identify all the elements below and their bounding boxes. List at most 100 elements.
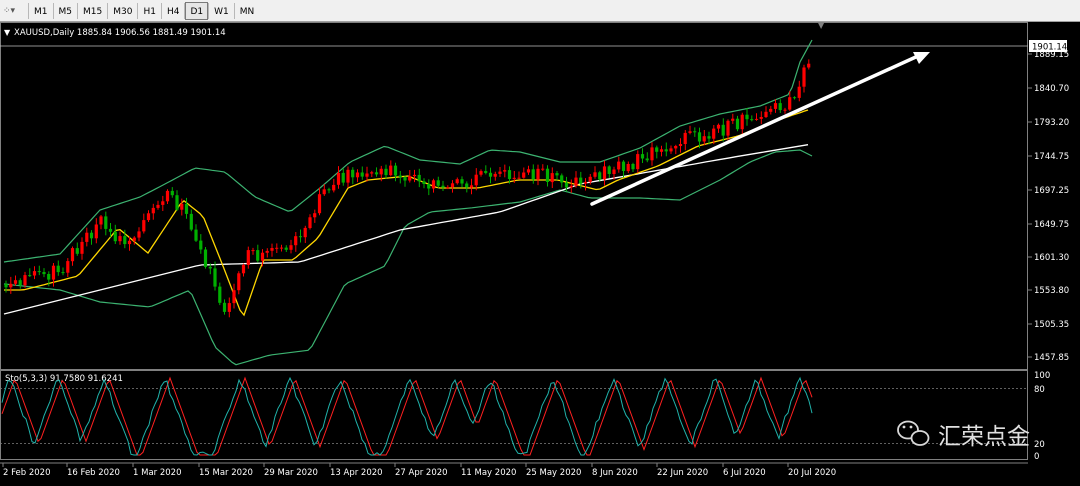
candle-body (759, 117, 763, 119)
candle-body (294, 236, 298, 246)
candle-body (146, 213, 151, 221)
candle-body (104, 216, 108, 229)
candle-body (427, 184, 431, 189)
candle-body (598, 172, 602, 180)
candle-body (189, 213, 193, 230)
date-tick-label: 11 May 2020 (461, 468, 516, 478)
candle-body (265, 250, 269, 253)
candle-body (579, 177, 583, 184)
timeframe-m30-button[interactable]: M30 (108, 2, 137, 20)
candle-body (465, 183, 469, 188)
candle-body (374, 172, 379, 175)
timeframe-w1-button[interactable]: W1 (209, 2, 234, 20)
candle-body (47, 274, 51, 280)
candle-body (417, 174, 421, 182)
candle-body (313, 213, 317, 218)
candle-body (298, 236, 303, 238)
toolbar-grip-icon[interactable]: ⁘▾ (3, 5, 21, 17)
timeframe-d1-button[interactable]: D1 (185, 2, 209, 20)
candle-body (783, 109, 787, 111)
candle-body (194, 229, 198, 241)
candle-body (412, 174, 417, 177)
timeframe-m15-button[interactable]: M15 (78, 2, 107, 20)
candle-body (716, 124, 721, 129)
candle-body (393, 165, 398, 176)
date-tick-label: 13 Apr 2020 (330, 468, 383, 478)
candle-body (398, 175, 402, 178)
candle-body (51, 265, 56, 280)
candle-body (80, 241, 84, 254)
candle-body (56, 265, 60, 273)
candle-body (208, 266, 212, 269)
candle-body (474, 174, 478, 186)
candle-body (365, 173, 369, 177)
date-tick-label: 22 Jun 2020 (657, 468, 708, 478)
candle-body (4, 284, 8, 288)
candle-body (602, 166, 607, 180)
candle-body (251, 250, 255, 252)
candle-body (28, 275, 32, 277)
candle-body (754, 118, 759, 120)
candle-body (113, 231, 117, 242)
stochastic-lines (1, 376, 813, 456)
candle-body (355, 172, 360, 178)
candle-body (607, 166, 611, 174)
candle-body (626, 164, 630, 172)
candle-body (384, 168, 388, 176)
candle-body (446, 187, 450, 189)
candle-body (659, 149, 664, 152)
candle-body (750, 119, 754, 121)
timeframe-h1-button[interactable]: H1 (138, 2, 161, 20)
candle-body (650, 147, 654, 161)
timeframe-mn-button[interactable]: MN (235, 2, 260, 20)
candle-body (241, 265, 246, 274)
candle-body (664, 149, 668, 152)
candle-body (23, 275, 27, 286)
candle-body (289, 245, 293, 250)
symbol-dropdown-icon[interactable]: ▼ (4, 28, 11, 37)
candle-body (669, 148, 673, 152)
date-tick-label: 1 Mar 2020 (133, 468, 181, 478)
candle-body (341, 172, 345, 183)
candle-body (621, 161, 626, 171)
candle-body (360, 172, 364, 177)
current-price-label: 1901.14 (1032, 43, 1067, 53)
candle-body (260, 252, 265, 261)
oscillator-tick-label: 0 (1034, 452, 1039, 462)
candle-body (422, 181, 426, 184)
candle-body (308, 217, 312, 228)
candle-body (370, 172, 374, 174)
candle-body (569, 185, 573, 188)
trend-arrow-line[interactable] (590, 54, 920, 206)
candle-body (246, 250, 250, 265)
candle-body (161, 201, 165, 205)
candle-body (170, 190, 174, 196)
timeframe-m1-button[interactable]: M1 (29, 2, 53, 20)
symbol-header: XAUUSD,Daily 1885.84 1906.56 1881.49 190… (14, 28, 226, 38)
date-tick-label: 25 May 2020 (526, 468, 581, 478)
candle-body (674, 146, 678, 149)
candle-body (218, 286, 222, 303)
oscillator-tick-label: 20 (1034, 440, 1045, 450)
chart-window[interactable]: ▼ XAUUSD,Daily 1885.84 1906.56 1881.49 1… (0, 21, 1080, 482)
candle-body (403, 177, 407, 181)
candle-body (222, 302, 227, 312)
timeframe-h4-button[interactable]: H4 (162, 2, 185, 20)
candle-body (550, 173, 554, 183)
price-tick-label: 1649.75 (1034, 220, 1069, 230)
candle-body (640, 154, 645, 159)
chart-shift-marker-icon[interactable]: ▼ (818, 21, 825, 30)
timeframe-m5-button[interactable]: M5 (54, 2, 78, 20)
price-tick-label: 1553.80 (1034, 286, 1069, 296)
candle-body (203, 249, 208, 267)
wechat-logo-icon (897, 420, 930, 446)
candle-body (773, 103, 778, 109)
price-chart[interactable]: ▼ XAUUSD,Daily 1885.84 1906.56 1881.49 1… (0, 21, 1080, 482)
candle-body (408, 176, 412, 181)
candle-body (555, 173, 559, 176)
candle-body (165, 190, 170, 202)
stoch-signal-line (1, 376, 813, 456)
price-tick-label: 1457.85 (1034, 353, 1069, 363)
price-tick-label: 1601.30 (1034, 253, 1069, 263)
date-tick-label: 15 Mar 2020 (199, 468, 253, 478)
